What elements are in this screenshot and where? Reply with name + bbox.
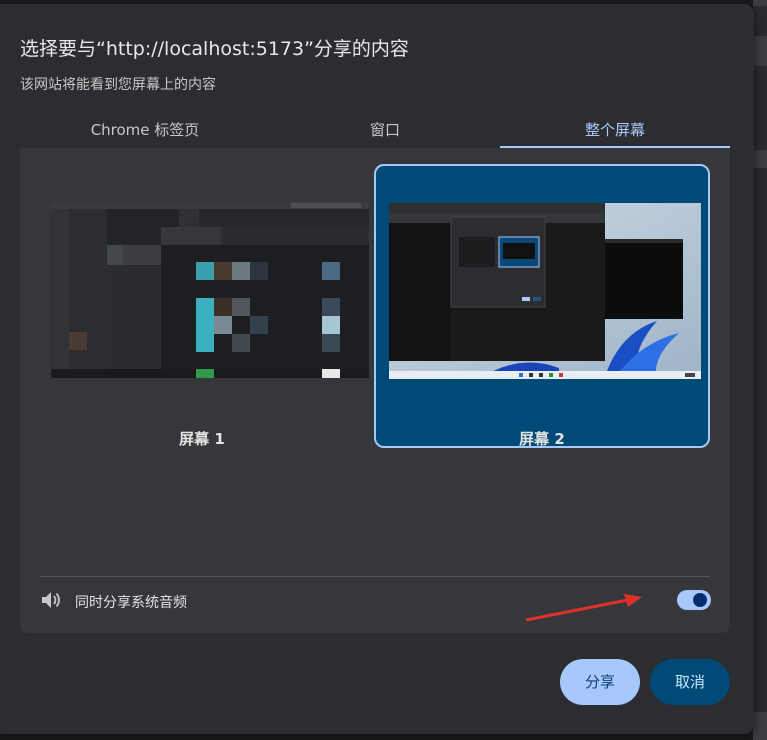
screen-1-label: 屏幕 1 (179, 430, 225, 448)
dialog-subtitle: 该网站将能看到您屏幕上的内容 (20, 77, 216, 93)
share-audio-label: 同时分享系统音频 (75, 595, 187, 611)
dialog-title: 选择要与“http://localhost:5173”分享的内容 (20, 38, 409, 60)
screen-list-panel: 屏幕 1 屏幕 2 同时分享系统音频 (20, 148, 730, 633)
speaker-icon (40, 590, 62, 614)
toggle-knob (693, 593, 707, 607)
tab-chrome-tabs[interactable]: Chrome 标签页 (20, 112, 270, 148)
audio-divider (40, 576, 710, 577)
share-button[interactable]: 分享 (560, 659, 640, 705)
tab-entire-screen[interactable]: 整个屏幕 (500, 112, 730, 148)
screen-option-2[interactable]: 屏幕 2 (374, 164, 710, 448)
tab-window[interactable]: 窗口 (270, 112, 500, 148)
background-window-edge (753, 0, 767, 740)
screen-1-preview-image (51, 202, 369, 378)
screen-2-thumbnail (389, 203, 701, 379)
screen-option-1[interactable]: 屏幕 1 (34, 164, 370, 448)
screen-2-label: 屏幕 2 (519, 430, 565, 448)
screen-1-thumbnail (51, 202, 369, 378)
screen-2-preview-image (389, 203, 701, 379)
source-tabs: Chrome 标签页 窗口 整个屏幕 (20, 112, 730, 148)
annotation-arrow-icon (525, 594, 642, 622)
cancel-button[interactable]: 取消 (650, 659, 730, 705)
share-audio-toggle[interactable] (677, 590, 711, 610)
